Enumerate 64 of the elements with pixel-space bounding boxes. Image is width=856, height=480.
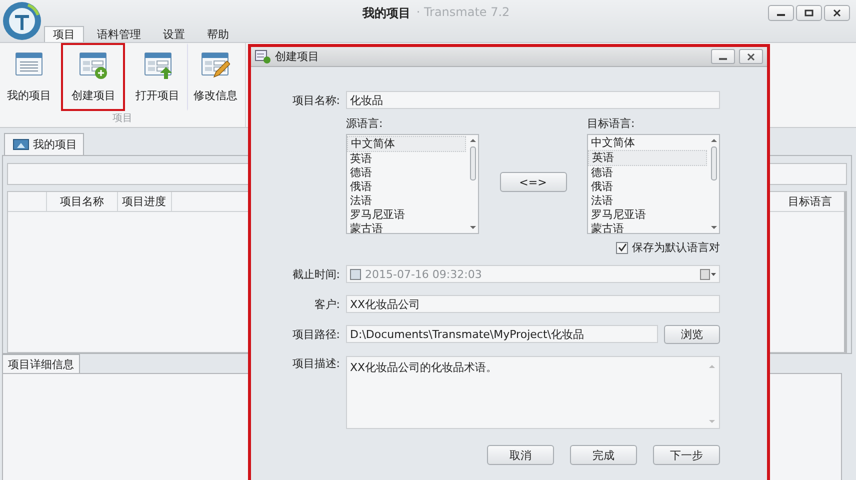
maximize-button[interactable]	[796, 5, 822, 21]
app-name: · Transmate 7.2	[416, 4, 510, 20]
list-item[interactable]: 罗马尼亚语	[347, 208, 468, 222]
calendar-dropdown-icon[interactable]	[700, 268, 716, 280]
list-item[interactable]: 中文简体	[347, 136, 466, 152]
close-icon	[832, 9, 842, 17]
check-icon	[618, 243, 626, 252]
app-logo-icon[interactable]	[2, 1, 42, 41]
maximize-icon	[804, 9, 814, 17]
form-icon	[255, 50, 271, 64]
field-label: 源语言:	[346, 116, 384, 131]
description-field[interactable]: XX化妆品公司的化妆品术语。	[346, 356, 720, 429]
list-item[interactable]: 罗马尼亚语	[588, 208, 709, 222]
project-name-field[interactable]: 化妆品	[346, 91, 720, 109]
table-header[interactable]: 目标语言	[776, 192, 844, 211]
minimize-button[interactable]	[711, 49, 735, 64]
menu-tab[interactable]: 项目	[44, 26, 84, 42]
toolbar-button[interactable]: 修改信息	[186, 43, 245, 111]
panel-tab[interactable]: 我的项目	[4, 133, 84, 155]
edit-form-icon	[200, 50, 230, 80]
list-item[interactable]: 英语	[347, 152, 468, 166]
window-title: 我的项目	[362, 4, 410, 22]
folder-icon	[13, 139, 29, 150]
close-button[interactable]	[739, 49, 763, 64]
close-button[interactable]	[824, 5, 850, 21]
toolbar-button[interactable]: 创建项目	[61, 43, 126, 111]
list-item[interactable]: 法语	[347, 194, 468, 208]
toolbar-button[interactable]: 打开项目	[128, 43, 187, 111]
swap-button[interactable]: <=>	[500, 172, 566, 192]
field-label: 截止时间:	[291, 266, 340, 282]
field-label: 客户:	[313, 296, 340, 312]
dialog-button[interactable]: 取消	[487, 445, 554, 465]
minimize-button[interactable]	[768, 5, 794, 21]
checkbox[interactable]	[350, 268, 361, 280]
menu-tab[interactable]: 语料管理	[88, 26, 150, 42]
table-header[interactable]: 项目名称	[47, 192, 118, 211]
list-item[interactable]: 英语	[588, 150, 707, 166]
field-label: 项目名称:	[291, 92, 340, 108]
field-label: 项目路径:	[291, 327, 340, 342]
path-field[interactable]: D:\Documents\Transmate\MyProject\化妆品	[346, 325, 658, 343]
open-form-icon	[142, 50, 173, 80]
group-label: 项目	[112, 112, 134, 126]
table-header[interactable]: 项目进度	[118, 192, 172, 211]
list-item[interactable]: 中文简体	[588, 136, 709, 150]
list-item[interactable]: 俄语	[347, 180, 468, 194]
list-item[interactable]: 德语	[588, 166, 709, 180]
panel-tab[interactable]: 项目详细信息	[2, 354, 80, 373]
checkbox[interactable]	[616, 242, 628, 254]
menu-tab[interactable]: 设置	[154, 26, 194, 42]
toolbar-button[interactable]: 我的项目	[0, 43, 58, 111]
close-icon	[746, 52, 756, 60]
list-item[interactable]: 俄语	[588, 180, 709, 194]
field-label: 目标语言:	[587, 116, 636, 131]
client-field[interactable]: XX化妆品公司	[346, 295, 720, 313]
menu-tab[interactable]: 帮助	[198, 26, 238, 42]
dialog-title: 创建项目	[275, 49, 319, 64]
checkbox-label: 保存为默认语言对	[632, 240, 720, 255]
browse-button[interactable]: 浏览	[664, 325, 720, 344]
list-item[interactable]: 法语	[588, 194, 709, 208]
list-item[interactable]: 德语	[347, 166, 468, 180]
field-label: 项目描述:	[291, 356, 340, 371]
add-form-icon	[78, 50, 108, 80]
dialog-button[interactable]: 下一步	[653, 445, 720, 465]
dialog-button[interactable]: 完成	[570, 445, 637, 465]
